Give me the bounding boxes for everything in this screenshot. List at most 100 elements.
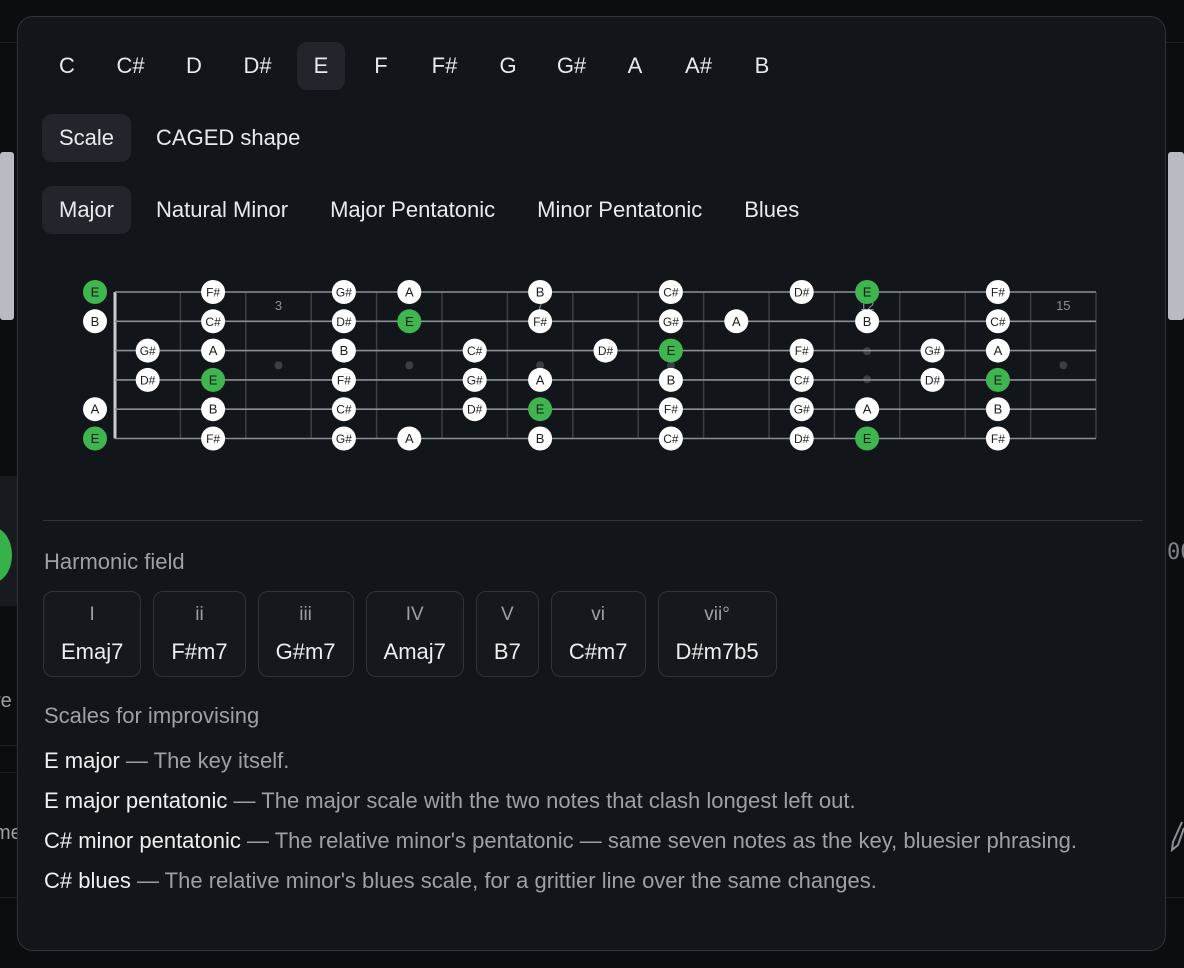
fretboard-note-label: E [863,431,872,446]
mode-tab-scale[interactable]: Scale [42,114,132,162]
fret-inlay [405,361,414,370]
key-button-f-sharp[interactable]: F# [417,42,472,90]
key-button-g[interactable]: G [484,42,532,90]
fretboard-note-label: F# [206,286,220,300]
fretboard-note-label: G# [924,344,940,358]
background-divider [0,42,17,43]
key-button-a[interactable]: A [611,42,659,90]
fretboard-note-label: E [91,431,100,446]
chord-degree: vi [591,604,606,625]
fretboard-note-label: B [994,402,1003,417]
chord-card[interactable]: V B7 [475,591,539,677]
chord-card[interactable]: ii F#m7 [153,591,246,677]
fretboard-note-label: A [91,402,100,417]
chord-card[interactable]: IV Amaj7 [365,591,464,677]
key-button-b[interactable]: B [738,42,786,90]
background-divider [1166,897,1184,898]
fret-inlay [274,361,283,370]
fretboard-note-label: F# [991,286,1005,300]
chord-degree: iii [299,604,312,625]
mode-tab-caged-shape[interactable]: CAGED shape [139,114,317,162]
key-button-g-sharp[interactable]: G# [544,42,599,90]
key-scale-popover: C C# D D# E F F# G G# A A# B Scale CAGED shape Major… [17,16,1166,951]
fretboard-note-label: E [667,343,676,358]
pencil-icon [1170,821,1184,852]
fretboard-note-label: E [405,314,414,329]
fretboard-note-label: A [732,314,741,329]
fretboard-note-label: A [405,431,414,446]
fretboard-note-label: E [91,285,100,300]
chord-degree: ii [195,604,204,625]
scale-type-tab-major[interactable]: Major [42,186,132,234]
chord-card[interactable]: iii G#m7 [257,591,354,677]
section-divider [43,520,1143,521]
background-label: re [0,690,12,712]
fretboard-note-label: F# [533,315,547,329]
fretboard-note-label: B [536,431,545,446]
scale-type-tab-blues[interactable]: Blues [727,186,816,234]
fretboard-note-label: G# [794,403,810,417]
view-mode-tabs: Scale CAGED shape [42,114,317,162]
fretboard-note-label: A [405,285,414,300]
key-button-a-sharp[interactable]: A# [671,42,726,90]
scale-name[interactable]: C# blues [44,868,131,893]
fretboard-note-label: E [863,285,872,300]
chord-name: B7 [493,639,521,664]
fretboard-note-label: G# [140,344,156,358]
key-button-c-sharp[interactable]: C# [103,42,158,90]
fretboard-note-label: B [209,402,218,417]
chord-name: Emaj7 [61,639,124,664]
fretboard-note-label: A [994,343,1003,358]
chord-name: D#m7b5 [675,639,759,664]
chord-degree: V [501,604,514,625]
fretboard-note-label: F# [991,432,1005,446]
scale-description: — The relative minor's blues scale, for … [130,868,877,893]
scale-type-tab-natural-minor[interactable]: Natural Minor [139,186,305,234]
fretboard-note-label: C# [663,432,679,446]
fretboard-note-label: F# [337,373,351,387]
chord-name: Amaj7 [383,639,446,664]
scale-type-tab-major-pentatonic[interactable]: Major Pentatonic [313,186,512,234]
improvising-scale-item: E major — The key itself. [44,745,1124,777]
fretboard-note-label: C# [794,373,810,387]
fretboard-note-label: D# [598,344,614,358]
fretboard-note-label: C# [205,315,221,329]
key-selector: C C# D D# E F F# G G# A A# B [43,42,786,90]
background-divider [0,745,17,746]
scale-name[interactable]: E major pentatonic [44,788,227,813]
background-divider [0,897,17,898]
scale-name[interactable]: E major [44,748,120,773]
key-button-d[interactable]: D [170,42,218,90]
scale-type-tab-minor-pentatonic[interactable]: Minor Pentatonic [520,186,719,234]
fretboard-note-label: G# [663,315,679,329]
background-divider [0,772,17,773]
chord-name: C#m7 [568,639,628,664]
fretboard-note-label: C# [336,403,352,417]
key-button-f[interactable]: F [357,42,405,90]
fret-inlay [1059,361,1068,370]
scale-description: — The relative minor's pentatonic — same… [240,828,1078,853]
fretboard-note-label: D# [140,373,156,387]
fretboard-note-label: B [863,314,872,329]
scale-name[interactable]: C# minor pentatonic [44,828,241,853]
chord-card[interactable]: vi C#m7 [550,591,646,677]
background-slider-handle [0,152,14,320]
improvising-title: Scales for improvising [44,703,260,728]
fretboard-note-label: B [667,372,676,387]
key-button-c[interactable]: C [43,42,91,90]
fretboard-note-label: B [91,314,100,329]
fretboard: 3 7 12 15E F# G# A B C# D# E F#B C# D# E F# G# A B C#G# A B C#… [83,280,1097,451]
key-button-d-sharp[interactable]: D# [230,42,285,90]
fretboard-note-label: D# [336,315,352,329]
background-divider [1166,42,1184,43]
chord-card[interactable]: vii° D#m7b5 [657,591,777,677]
fretboard-note-label: G# [336,432,352,446]
fretboard-note-label: B [340,343,349,358]
key-button-e[interactable]: E [297,42,345,90]
fretboard-note-label: F# [664,403,678,417]
fretboard-note-label: A [536,372,545,387]
fretboard-note-label: D# [794,432,810,446]
chord-card[interactable]: I Emaj7 [43,591,142,677]
fret-number-15: 15 [1056,298,1070,313]
chord-degree: I [89,604,95,625]
